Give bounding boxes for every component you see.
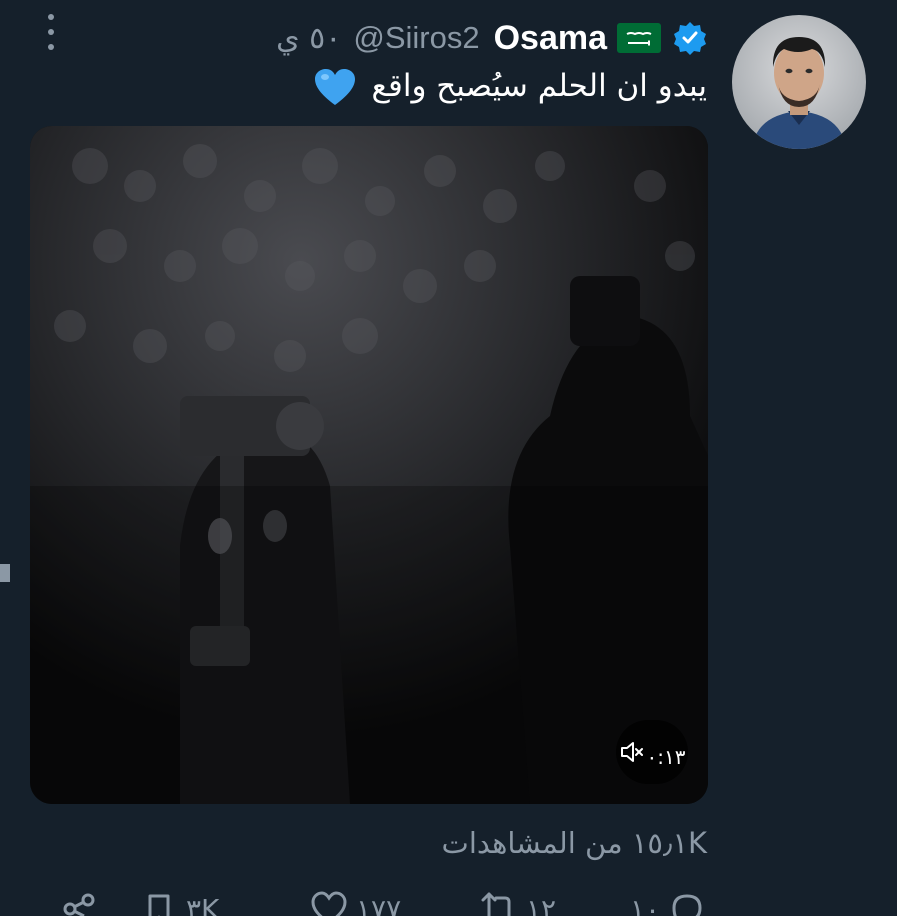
- video-duration: ٠:١٣: [646, 745, 686, 769]
- sound-toggle-button[interactable]: ٠:١٣: [616, 720, 688, 784]
- tweet-screen: ٥٠ ي @Siiros2 Osama يبدو ان الحلم سيُصبح…: [0, 0, 897, 916]
- view-count-label: من المشاهدات: [441, 826, 623, 860]
- view-count[interactable]: ١٥٫١K من المشاهدات: [442, 826, 707, 860]
- retweet-count: ١٢: [526, 892, 557, 916]
- retweet-icon: [481, 892, 511, 916]
- bookmark-count: ٣K: [186, 892, 220, 916]
- share-icon: [63, 893, 95, 916]
- more-options-icon[interactable]: [44, 14, 58, 50]
- tweet-text: يبدو ان الحلم سيُصبح واقع: [314, 62, 707, 110]
- user-handle[interactable]: @Siiros2: [353, 20, 479, 56]
- tweet-body: يبدو ان الحلم سيُصبح واقع: [371, 68, 707, 104]
- scroll-indicator: [0, 564, 10, 582]
- reply-icon: [672, 894, 702, 916]
- heart-icon: [311, 891, 347, 916]
- action-bar: ٣K ١٧٧ ١٢ ١٠: [0, 890, 897, 916]
- avatar[interactable]: [732, 15, 866, 149]
- speaker-muted-icon: [619, 739, 645, 765]
- like-button[interactable]: ١٧٧: [310, 890, 401, 916]
- reply-button[interactable]: ١٠: [630, 890, 706, 916]
- share-button[interactable]: [60, 890, 98, 916]
- saudi-flag-icon: [617, 23, 661, 53]
- video-player[interactable]: ٠:١٣: [30, 126, 708, 804]
- blue-heart-emoji: [314, 68, 356, 107]
- tweet-header: ٥٠ ي @Siiros2 Osama: [276, 14, 707, 62]
- tweet-time[interactable]: ٥٠ ي: [276, 21, 341, 56]
- bookmark-button[interactable]: ٣K: [140, 890, 219, 916]
- like-count: ١٧٧: [356, 892, 402, 916]
- view-count-number: ١٥٫١K: [631, 826, 707, 860]
- display-name[interactable]: Osama: [494, 19, 607, 58]
- verified-badge-icon: [673, 21, 707, 55]
- bookmark-icon: [148, 894, 170, 916]
- reply-count: ١٠: [630, 892, 661, 916]
- retweet-button[interactable]: ١٢: [480, 890, 556, 916]
